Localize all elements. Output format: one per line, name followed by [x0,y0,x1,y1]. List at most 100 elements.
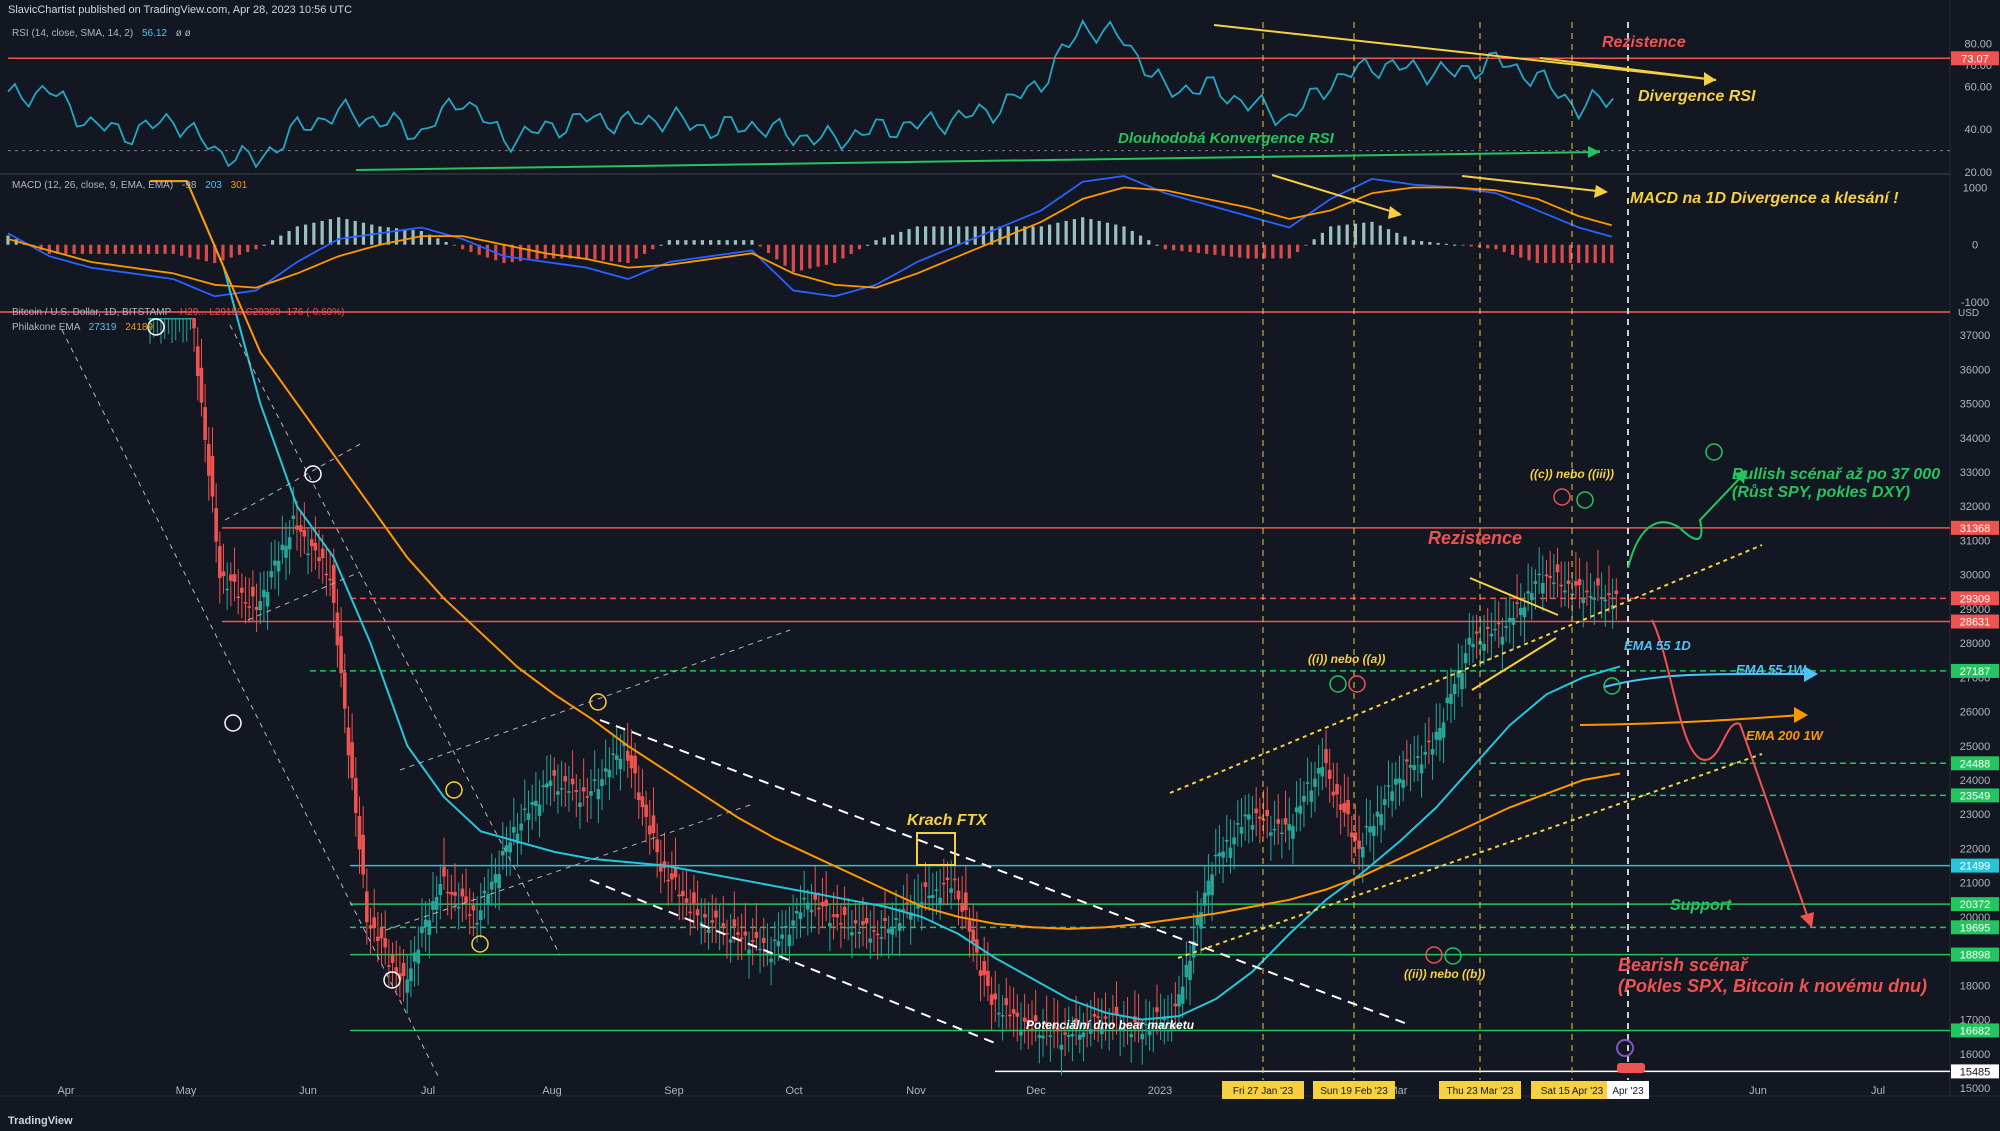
candle-body [982,961,987,976]
macd-histogram-bar [1147,240,1151,245]
date-marker-label: Thu 23 Mar '23 [1447,1086,1514,1097]
macd-histogram-bar [80,244,84,254]
macd-histogram-bar [461,244,465,250]
candle-body [254,606,259,610]
candle-body [578,802,582,807]
rsi-legend[interactable]: RSI (14, close, SMA, 14, 2) 56.12 ø ø [12,28,191,39]
candle-body [640,796,645,808]
candle-body [306,553,310,556]
candle-body [181,318,185,320]
macd-histogram-bar [1188,244,1192,253]
candle-body [317,557,321,562]
candle-body [710,920,715,923]
candle-body [1452,683,1457,695]
price-tick: 30000 [1960,570,1991,582]
macd-histogram-bar [444,241,448,245]
price-tick: 24000 [1960,775,1991,787]
candle-body [170,318,174,320]
tradingview-logo[interactable]: TradingView [8,1115,73,1127]
price-tick: 25000 [1960,741,1991,753]
macd-histogram-bar [1403,236,1407,245]
candle-body [960,902,964,912]
divergence-rsi-label: Divergence RSI [1638,88,1756,105]
candle-body [467,914,472,916]
macd-histogram-bar [1097,220,1101,245]
macd-histogram-bar [1527,244,1531,261]
macd-histogram-bar [1155,244,1159,246]
candle-body [401,962,406,977]
candle-body [927,895,931,899]
candle-body [611,753,615,756]
macd-histogram-bar [957,226,961,245]
candle-body [526,813,531,820]
macd-histogram-bar [353,220,357,245]
candle-body [342,672,347,709]
candle-body [846,926,851,929]
macd-tick: 0 [1972,240,1978,252]
candle-body [350,742,354,778]
price-tick: 16000 [1960,1049,1991,1061]
macd-histogram-bar [882,237,886,245]
tradingview-logo-text: TradingView [8,1115,73,1127]
macd-histogram-bar [659,244,663,246]
candle-body [1239,826,1244,834]
price-level-value: 24488 [1960,758,1991,770]
macd-histogram-bar [791,244,795,273]
candle-body [1294,807,1299,813]
candle-body [1210,874,1214,896]
candle-body [1430,749,1435,755]
macd-histogram-bar [766,244,771,253]
macd-histogram-bar [1254,244,1258,259]
candle-body [1482,643,1486,651]
candle-body [655,839,659,853]
x-tick: Jun [299,1085,317,1097]
price-level-value: 18898 [1960,950,1991,962]
candle-body [1511,618,1516,625]
macd-histogram-bar [312,222,316,245]
macd-histogram-bar [1544,244,1548,264]
macd-histogram-bar [1329,226,1333,245]
x-tick: May [176,1085,197,1097]
candle-body [519,823,523,831]
candle-body [1441,722,1446,738]
ema-legend[interactable]: Philakone EMA 27319 24189 [12,322,153,333]
candle-body [214,508,218,542]
candle-body [1059,1044,1064,1050]
macd-histogram-bar [1064,220,1068,245]
candle-body [1320,766,1325,777]
candle-body [412,952,417,962]
candle-body [824,899,828,907]
candle-body [548,780,553,786]
candle-body [1000,1015,1005,1017]
candle-body [754,931,759,938]
candle-body [1423,751,1428,755]
macd-histogram-bar [1593,244,1597,264]
candle-body [732,919,737,927]
candle-body [592,779,597,781]
macd-histogram-bar [246,244,250,253]
macd-histogram-bar [1048,224,1052,245]
macd-histogram-bar [163,244,167,254]
macd-histogram-bar [692,240,696,245]
candle-body [269,571,274,578]
macd-legend[interactable]: MACD (12, 26, close, 9, EMA, EMA) -98 20… [12,180,247,191]
macd-histogram-bar [1105,222,1110,245]
candle-body [879,937,884,939]
candle-body [1390,791,1394,802]
candle-body [817,907,821,910]
candle-body [699,922,704,924]
macd-legend-v1: -98 [181,180,197,191]
macd-histogram-bar [1461,244,1465,246]
price-tick: 26000 [1960,707,1991,719]
price-legend[interactable]: Bitcoin / U.S. Dollar, 1D, BITSTAMP H29.… [12,307,344,318]
candle-body [247,606,252,608]
candle-body [456,906,461,909]
candle-body [868,938,873,943]
candle-body [365,891,369,923]
date-marker-label: Sat 15 Apr '23 [1541,1086,1604,1097]
bullish-sub-label: (Růst SPY, pokles DXY) [1732,484,1911,501]
candle-body [287,537,292,550]
candle-body [828,922,832,927]
candle-body [894,918,898,920]
x-tick: 2023 [1148,1085,1172,1097]
